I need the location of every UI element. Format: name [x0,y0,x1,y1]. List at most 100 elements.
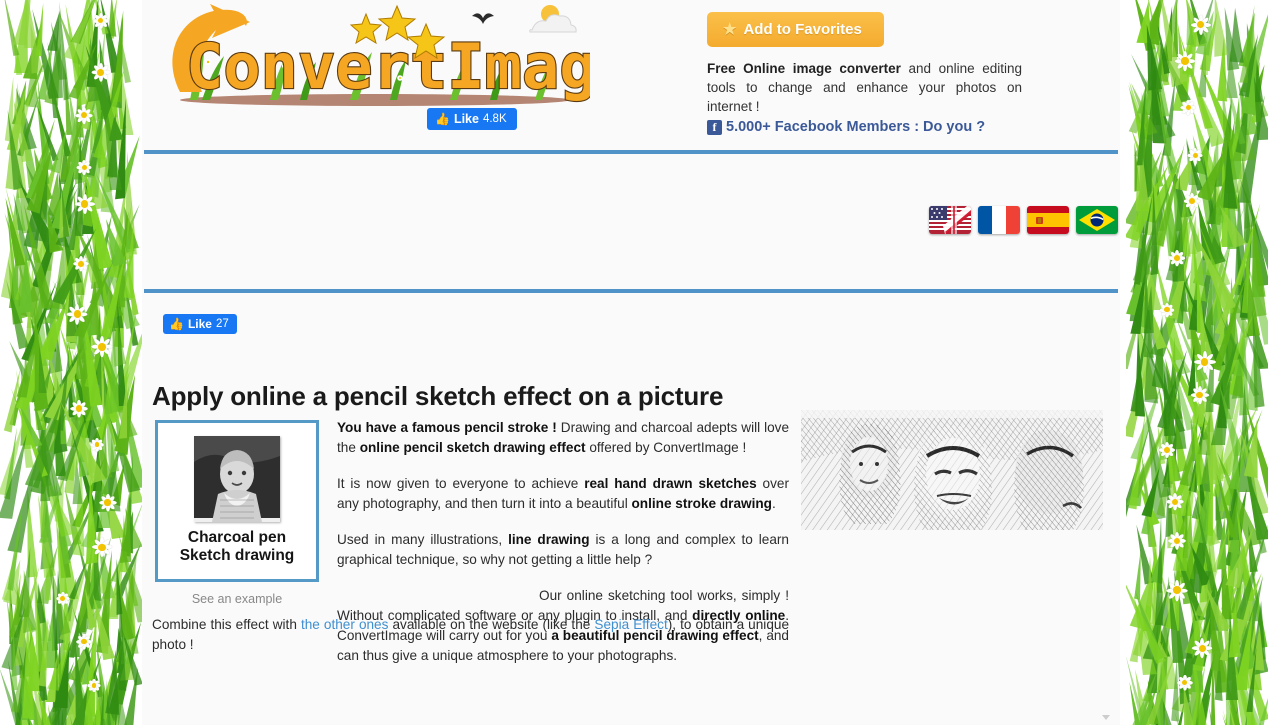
grass-blade-icon [1143,285,1156,333]
daisy-core [1181,57,1189,65]
body-paragraph: You have a famous pencil stroke ! Drawin… [337,418,789,458]
daisy-flower-icon [1193,351,1216,374]
convertimage-logo-icon: ConvertImage [172,4,590,106]
daisy-flower-icon [92,12,109,29]
facebook-like-page[interactable]: 👍 Like 27 [163,314,237,334]
site-tagline: Free Online image converter and online e… [707,59,1022,116]
daisy-core [91,683,97,688]
daisy-flower-icon [1165,579,1188,601]
body-paragraph: Used in many illustrations, line drawing… [337,530,789,570]
charcoal-sketch-thumbnail [194,436,280,522]
body-text-strong: line drawing [508,532,590,547]
daisy-core [1188,198,1195,204]
flag-spanish[interactable] [1027,206,1069,234]
daisy-core [1196,391,1203,399]
facebook-like-button-page[interactable]: 👍 Like 27 [163,314,237,334]
grass-border-right [1126,0,1268,725]
like-label-page: Like [187,317,212,331]
site-logo[interactable]: ConvertImage [150,0,590,112]
effect-name-line2: Sketch drawing [179,547,295,564]
daisy-core [1192,152,1199,158]
svg-text:ConvertImage: ConvertImage [186,30,590,103]
site-header: ConvertImage 👍 Like 4.8K ★ Add to Favori… [142,0,1120,150]
daisy-core [1163,447,1170,453]
brazil-flag-icon [1076,206,1118,234]
daisy-core [104,499,111,506]
daisy-flower-icon [56,591,70,606]
scrollbar-arrow-icon[interactable] [1101,713,1110,722]
thumbs-up-icon-page: 👍 [169,317,184,331]
grass-border-left [0,0,142,725]
page-title: Apply online a pencil sketch effect on a… [152,381,724,412]
daisy-flower-icon [91,63,111,82]
body-text-strong: real hand drawn sketches [584,476,757,491]
daisy-flower-icon [1159,302,1175,317]
divider-bottom [144,289,1118,293]
thumbs-up-icon: 👍 [435,112,450,126]
see-an-example-link[interactable]: See an example [155,592,319,606]
grass-blade-icon [1227,7,1244,64]
grass-blade-icon [44,534,51,601]
like-label: Like [453,112,479,126]
daisy-flower-icon [76,633,93,650]
daisy-core [1171,498,1178,505]
daisy-core [97,68,105,76]
daisy-flower-icon [1183,192,1200,210]
grass-blade-icon [1147,555,1154,607]
daisy-flower-icon [1165,493,1184,511]
ad-band [142,154,1120,289]
effect-name-line1: Charcoal pen [187,529,287,546]
language-switcher [929,206,1118,234]
add-to-favorites-label: Add to Favorites [743,20,862,38]
flag-portuguese[interactable] [1076,206,1118,234]
daisy-flower-icon [1176,674,1193,691]
like-count-page: 27 [215,318,229,330]
daisy-core [1174,254,1181,261]
daisy-core [60,595,66,601]
daisy-core [75,405,82,412]
header-right: ★ Add to Favorites Free Online image con… [707,12,1037,135]
body-text: It is now given to everyone to achieve [337,476,585,491]
grass-blade-icon [21,614,35,720]
content-column: ConvertImage 👍 Like 4.8K ★ Add to Favori… [142,0,1120,725]
english-flag-icon [929,206,971,234]
daisy-core [73,310,82,318]
facebook-members-link[interactable]: f 5.000+ Facebook Members : Do you ? [707,119,1037,135]
daisy-flower-icon [90,438,104,452]
daisy-flower-icon [73,256,89,272]
body-text: offered by ConvertImage ! [585,440,747,455]
other-effects-link[interactable]: the other ones [301,617,388,632]
effect-card-charcoal-pen[interactable]: Charcoal pen Sketch drawing [155,420,319,582]
daisy-flower-icon [98,493,117,512]
daisy-flower-icon [67,303,88,325]
daisy-flower-icon [1190,14,1211,35]
daisy-flower-icon [1192,638,1213,659]
like-count: 4.8K [482,113,507,125]
facebook-members-label: 5.000+ Facebook Members : Do you ? [726,119,986,135]
daisy-core [1164,307,1170,313]
grass-blade-icon [1228,602,1242,658]
daisy-core [98,543,106,551]
flag-french[interactable] [978,206,1020,234]
pencil-sketch-sample-icon [801,410,1103,530]
body-text: . [772,496,776,511]
add-to-favorites-button[interactable]: ★ Add to Favorites [707,12,884,47]
facebook-like-logo[interactable]: 👍 Like 4.8K [427,108,517,130]
body-paragraph: It is now given to everyone to achieve r… [337,474,789,514]
flag-english[interactable] [929,206,971,234]
combine-paragraph: Combine this effect with the other ones … [152,615,789,655]
body-text-strong: You have a famous pencil stroke ! [337,420,557,435]
daisy-flower-icon [1180,100,1197,116]
sepia-effect-link[interactable]: Sepia Effect [594,617,667,632]
daisy-flower-icon [1168,249,1186,266]
daisy-core [98,343,107,351]
grass-blade-icon [1192,224,1207,301]
grass-blade-icon [1220,141,1237,209]
daisy-flower-icon [91,537,112,558]
facebook-like-button[interactable]: 👍 Like 4.8K [427,108,517,130]
page-root: ConvertImage 👍 Like 4.8K ★ Add to Favori… [0,0,1268,725]
daisy-flower-icon [1158,442,1175,459]
daisy-flower-icon [1190,385,1209,404]
tagline-strong: Free Online image converter [707,61,901,76]
daisy-flower-icon [1187,147,1203,163]
